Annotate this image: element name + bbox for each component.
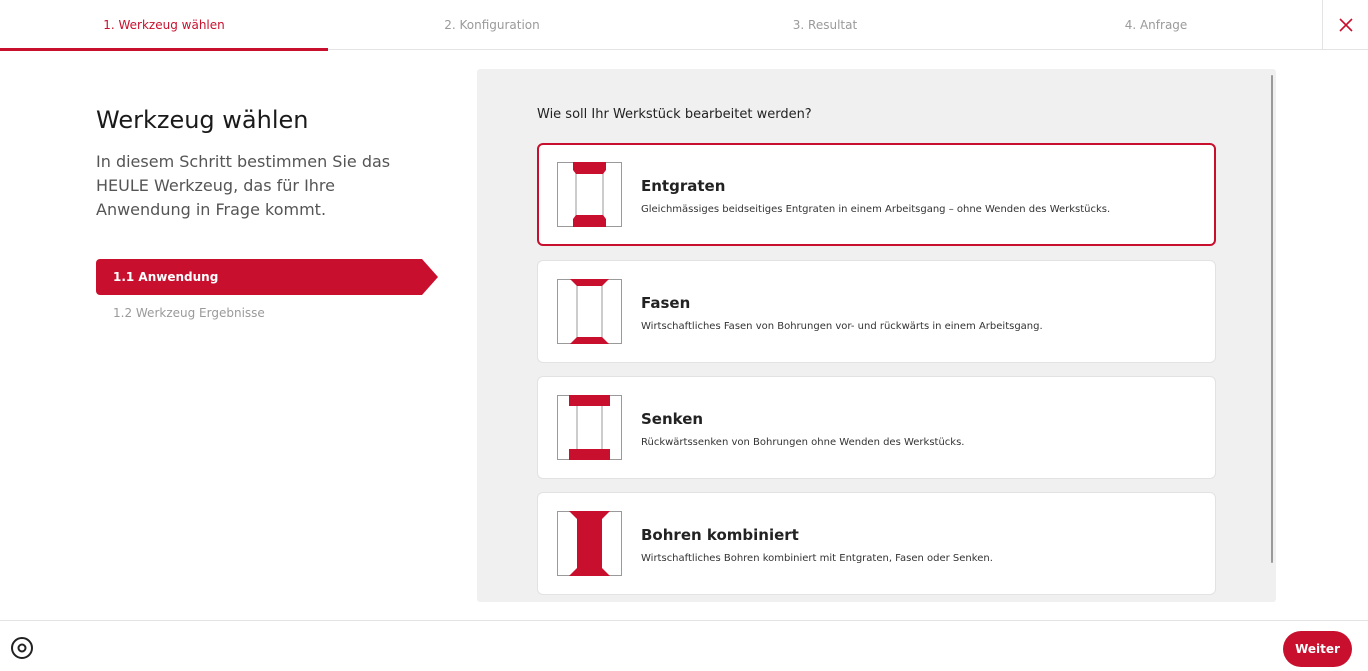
combined-drilling-icon xyxy=(557,511,622,576)
close-button[interactable] xyxy=(1322,0,1368,50)
option-card-senken[interactable]: Senken Rückwärtssenken von Bohrungen ohn… xyxy=(537,376,1216,479)
option-card-bohren-kombiniert[interactable]: Bohren kombiniert Wirtschaftliches Bohre… xyxy=(537,492,1216,595)
option-description: Wirtschaftliches Fasen von Bohrungen vor… xyxy=(641,321,1043,332)
option-description: Gleichmässiges beidseitiges Entgraten in… xyxy=(641,204,1111,215)
page-title: Werkzeug wählen xyxy=(96,106,309,134)
substep-list: 1.1 Anwendung 1.2 Werkzeug Ergebnisse xyxy=(96,259,442,331)
step-tab-konfiguration[interactable]: 2. Konfiguration xyxy=(328,0,656,50)
deburring-icon xyxy=(557,162,622,227)
panel-scrollbar[interactable] xyxy=(1271,75,1273,563)
step-navigation: 1. Werkzeug wählen 2. Konfiguration 3. R… xyxy=(0,0,1368,51)
countersinking-icon xyxy=(557,395,622,460)
substep-anwendung[interactable]: 1.1 Anwendung xyxy=(96,259,438,295)
option-description: Rückwärtssenken von Bohrungen ohne Wende… xyxy=(641,437,965,448)
next-button[interactable]: Weiter xyxy=(1283,631,1352,667)
question-label: Wie soll Ihr Werkstück bearbeitet werden… xyxy=(537,107,812,122)
step-tab-anfrage[interactable]: 4. Anfrage xyxy=(992,0,1320,50)
step-tab-werkzeug-waehlen[interactable]: 1. Werkzeug wählen xyxy=(0,0,328,51)
settings-icon xyxy=(11,637,33,659)
footer-bar: Weiter xyxy=(0,620,1368,671)
option-title: Bohren kombiniert xyxy=(641,526,799,544)
step-tab-resultat[interactable]: 3. Resultat xyxy=(661,0,989,50)
chamfering-icon xyxy=(557,279,622,344)
options-panel: Wie soll Ihr Werkstück bearbeitet werden… xyxy=(477,69,1276,602)
option-title: Senken xyxy=(641,410,704,428)
option-card-entgraten[interactable]: Entgraten Gleichmässiges beidseitiges En… xyxy=(537,143,1216,246)
substep-werkzeug-ergebnisse[interactable]: 1.2 Werkzeug Ergebnisse xyxy=(96,295,442,331)
option-title: Entgraten xyxy=(641,177,726,195)
close-icon xyxy=(1338,18,1353,32)
option-description: Wirtschaftliches Bohren kombiniert mit E… xyxy=(641,553,993,564)
option-card-fasen[interactable]: Fasen Wirtschaftliches Fasen von Bohrung… xyxy=(537,260,1216,363)
page-description: In diesem Schritt bestimmen Sie das HEUL… xyxy=(96,152,391,219)
settings-button[interactable] xyxy=(10,636,34,660)
option-title: Fasen xyxy=(641,294,691,312)
intro-section: Werkzeug wählen In diesem Schritt bestim… xyxy=(96,104,446,222)
